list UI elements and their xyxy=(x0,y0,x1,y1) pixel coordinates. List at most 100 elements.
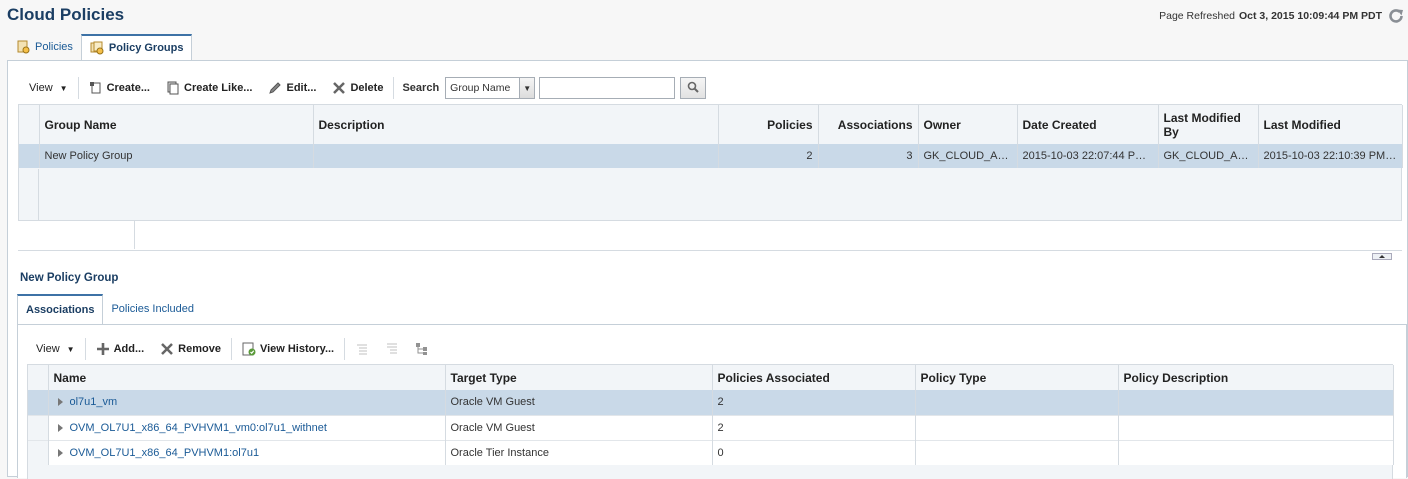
tab-policies[interactable]: Policies xyxy=(8,34,81,60)
expand-row-icon[interactable] xyxy=(57,448,63,457)
policies-cell: 2 xyxy=(718,144,819,168)
column-header-policies-associated[interactable]: Policies Associated xyxy=(712,365,916,390)
status-divider xyxy=(134,221,135,249)
view-menu-button[interactable]: View ▼ xyxy=(28,337,83,361)
edit-label: Edit... xyxy=(286,82,317,94)
remove-label: Remove xyxy=(178,343,221,355)
refresh-time: Oct 3, 2015 10:09:44 PM PDT xyxy=(1239,10,1382,22)
policies-associated-cell: 0 xyxy=(712,440,916,465)
column-header-date-created[interactable]: Date Created xyxy=(1017,105,1159,144)
column-header-group-name[interactable]: Group Name xyxy=(39,105,314,144)
column-header-policies[interactable]: Policies xyxy=(718,105,819,144)
table-row[interactable]: New Policy Group 2 3 GK_CLOUD_ADMIN 2015… xyxy=(19,144,1403,168)
groups-toolbar: View ▼ Create... Create Like... Edit... D… xyxy=(21,73,707,103)
owner-cell: GK_CLOUD_ADMIN xyxy=(918,144,1018,168)
chevron-down-icon: ▼ xyxy=(519,78,535,98)
view-menu-button[interactable]: View ▼ xyxy=(21,76,76,100)
delete-label: Delete xyxy=(350,82,384,94)
search-input[interactable] xyxy=(539,77,676,99)
table-row[interactable]: ol7u1_vm Oracle VM Guest 2 xyxy=(28,390,1394,415)
refresh-icon[interactable] xyxy=(1386,6,1406,26)
edit-button[interactable]: Edit... xyxy=(260,76,324,100)
policy-group-icon xyxy=(90,41,104,55)
associations-table-header: Name Target Type Policies Associated Pol… xyxy=(28,365,1394,390)
table-row[interactable]: OVM_OL7U1_x86_64_PVHVM1_vm0:ol7u1_withne… xyxy=(28,415,1394,440)
column-header-owner[interactable]: Owner xyxy=(918,105,1018,144)
policy-groups-panel: View ▼ Create... Create Like... Edit... D… xyxy=(7,60,1408,479)
detail-title: New Policy Group xyxy=(20,272,119,284)
column-header-policy-type[interactable]: Policy Type xyxy=(915,365,1119,390)
create-label: Create... xyxy=(106,82,150,94)
column-header-last-modified[interactable]: Last Modified xyxy=(1258,105,1403,144)
policy-description-cell xyxy=(1118,390,1394,415)
row-selector[interactable] xyxy=(28,390,49,415)
policy-tabs: Policies Policy Groups xyxy=(8,34,193,60)
page-refresh-info: Page Refreshed Oct 3, 2015 10:09:44 PM P… xyxy=(1159,6,1406,26)
view-label: View xyxy=(29,82,53,94)
column-header-policy-description[interactable]: Policy Description xyxy=(1118,365,1394,390)
target-name-link[interactable]: OVM_OL7U1_x86_64_PVHVM1_vm0:ol7u1_withne… xyxy=(70,422,327,434)
toolbar-divider xyxy=(84,338,86,360)
page-title: Cloud Policies xyxy=(7,5,125,24)
date-created-cell: 2015-10-03 22:07:44 PM... xyxy=(1017,144,1159,168)
tab-label: Policies xyxy=(35,41,73,53)
create-button[interactable]: Create... xyxy=(81,76,158,100)
expand-row-icon[interactable] xyxy=(57,398,63,407)
pencil-icon xyxy=(268,81,282,95)
target-name-link[interactable]: ol7u1_vm xyxy=(70,396,118,408)
tab-label: Policy Groups xyxy=(108,42,184,54)
column-header-target-type[interactable]: Target Type xyxy=(445,365,713,390)
tab-policy-groups[interactable]: Policy Groups xyxy=(80,34,193,60)
policy-icon xyxy=(16,40,30,54)
toolbar-divider xyxy=(230,338,232,360)
row-selector-header xyxy=(19,105,40,144)
expand-all-icon[interactable] xyxy=(355,342,369,356)
search-field-select[interactable]: Group Name ▼ xyxy=(445,77,536,99)
create-icon xyxy=(89,81,103,95)
refresh-label: Page Refreshed xyxy=(1159,10,1235,22)
target-name-link[interactable]: OVM_OL7U1_x86_64_PVHVM1:ol7u1 xyxy=(70,447,260,459)
target-type-cell: Oracle VM Guest xyxy=(445,415,713,440)
last-modified-cell: 2015-10-03 22:10:39 PM ... xyxy=(1258,144,1403,168)
column-header-associations[interactable]: Associations xyxy=(818,105,919,144)
last-modified-by-cell: GK_CLOUD_AD... xyxy=(1158,144,1259,168)
associations-table-container: Name Target Type Policies Associated Pol… xyxy=(27,364,1394,479)
search-button[interactable] xyxy=(680,77,707,99)
policy-description-cell xyxy=(1118,415,1394,440)
column-header-name[interactable]: Name xyxy=(48,365,446,390)
target-type-cell: Oracle Tier Instance xyxy=(445,440,713,465)
row-selector[interactable] xyxy=(28,440,49,465)
chevron-down-icon: ▼ xyxy=(66,344,75,354)
toolbar-divider xyxy=(344,338,346,360)
row-selector[interactable] xyxy=(28,415,49,440)
tab-policies-included[interactable]: Policies Included xyxy=(103,294,202,324)
column-header-last-modified-by[interactable]: Last Modified By xyxy=(1158,105,1259,144)
search-icon xyxy=(687,81,699,96)
policy-type-cell xyxy=(915,415,1119,440)
tab-associations[interactable]: Associations xyxy=(17,294,104,324)
delete-x-icon xyxy=(160,342,174,356)
hierarchy-icon[interactable] xyxy=(415,342,429,356)
search-label: Search xyxy=(402,82,440,94)
create-like-button[interactable]: Create Like... xyxy=(158,76,260,100)
collapse-splitter-button[interactable] xyxy=(1372,253,1392,260)
view-history-button[interactable]: View History... xyxy=(234,337,342,361)
add-button[interactable]: Add... xyxy=(88,337,153,361)
expand-row-icon[interactable] xyxy=(57,423,63,432)
groups-table-header: Group Name Description Policies Associat… xyxy=(19,105,1403,144)
delete-x-icon xyxy=(332,81,346,95)
row-selector[interactable] xyxy=(19,144,40,168)
remove-button[interactable]: Remove xyxy=(152,337,229,361)
policies-associated-cell: 2 xyxy=(712,390,916,415)
collapse-all-icon[interactable] xyxy=(385,342,399,356)
column-header-description[interactable]: Description xyxy=(313,105,719,144)
row-selector-header xyxy=(28,365,49,390)
associations-table: Name Target Type Policies Associated Pol… xyxy=(28,365,1394,465)
toolbar-divider xyxy=(77,77,79,99)
chevron-down-icon: ▼ xyxy=(59,83,68,93)
history-icon xyxy=(242,342,256,356)
table-row[interactable]: OVM_OL7U1_x86_64_PVHVM1:ol7u1 Oracle Tie… xyxy=(28,440,1394,465)
delete-button[interactable]: Delete xyxy=(324,76,391,100)
toolbar-divider xyxy=(393,77,395,99)
create-like-icon xyxy=(166,81,180,95)
